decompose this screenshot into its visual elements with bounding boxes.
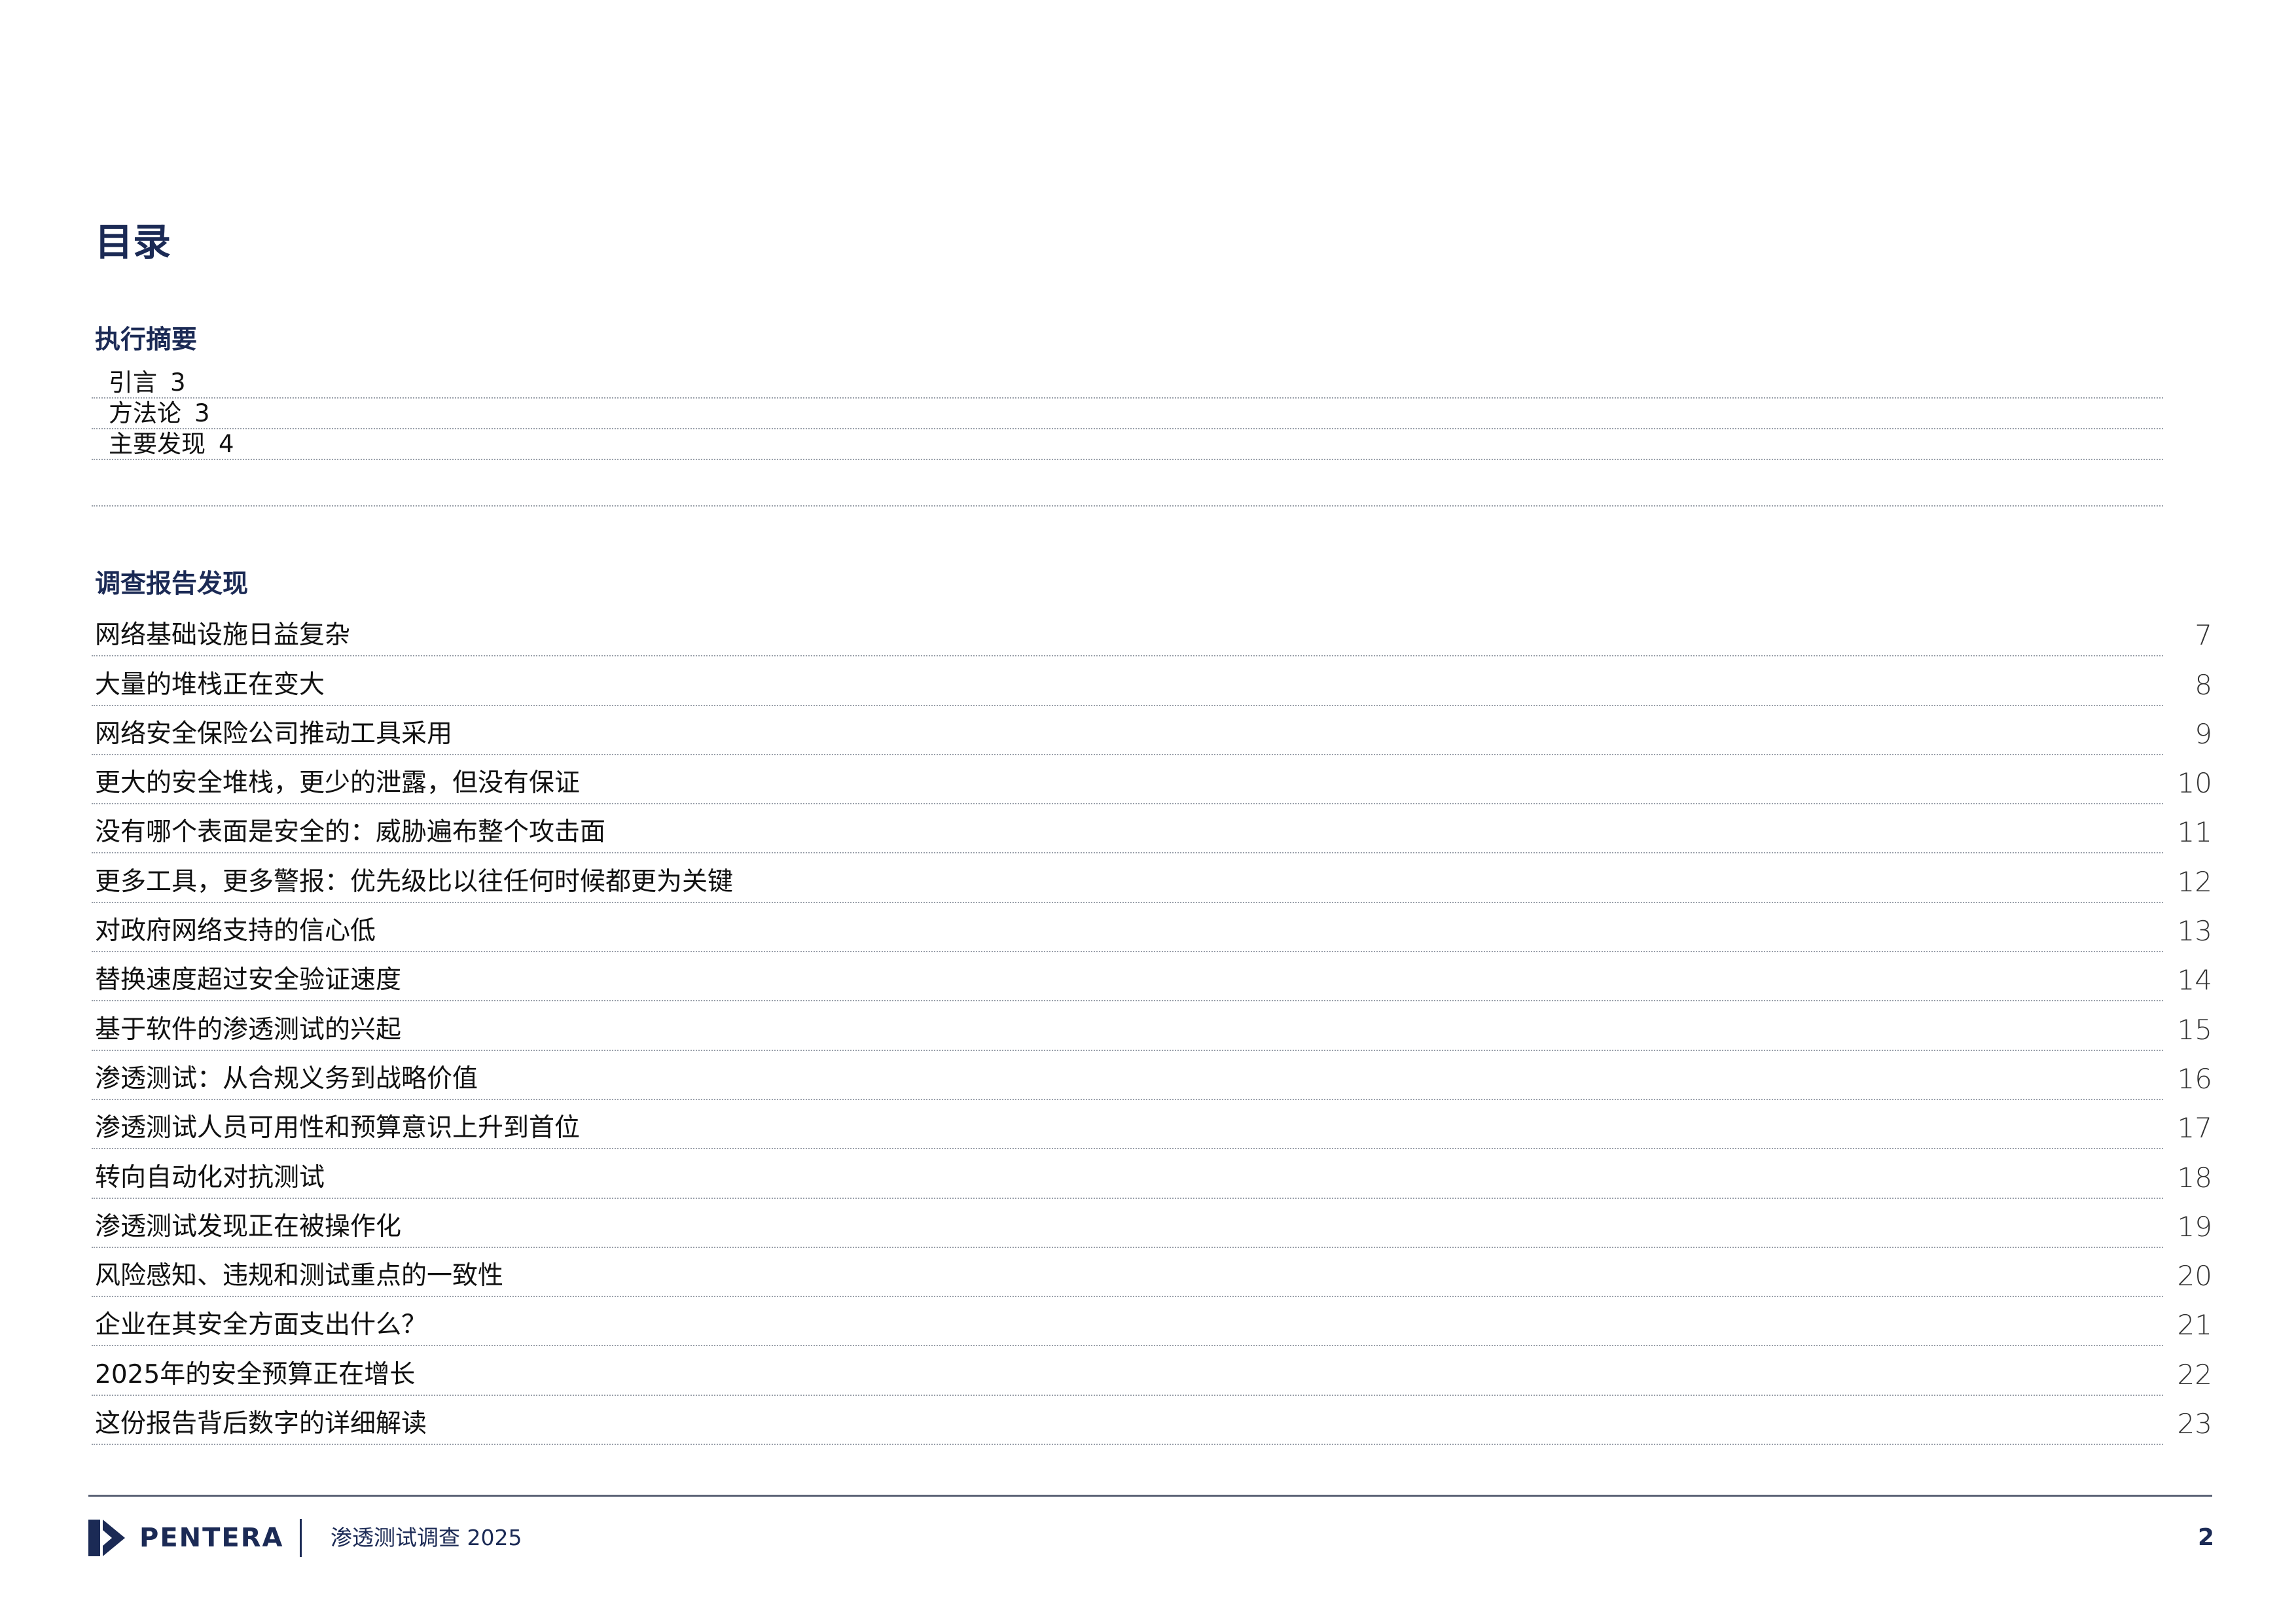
toc-entry[interactable]: 2025年的安全预算正在增长 22: [92, 1346, 2212, 1396]
toc-entry-label: 渗透测试人员可用性和预算意识上升到首位: [95, 1113, 581, 1143]
toc-subitem-label: 主要发现: [109, 430, 206, 458]
toc-entry[interactable]: 更大的安全堆栈，更少的泄露，但没有保证 10: [92, 755, 2212, 805]
toc-entry-label: 2025年的安全预算正在增长: [95, 1359, 416, 1389]
toc-entry-page: 15: [2177, 1013, 2212, 1046]
pentera-logo: PENTERA: [88, 1520, 283, 1556]
toc-entry-page: 21: [2177, 1309, 2212, 1342]
toc-entry-label: 渗透测试：从合规义务到战略价值: [95, 1063, 478, 1094]
toc-entry-page: 11: [2177, 816, 2212, 849]
findings-list: 网络基础设施日益复杂 7 大量的堆栈正在变大 8 网络安全保险公司推动工具采用 9 更大的安…: [92, 607, 2212, 1446]
toc-entry[interactable]: 渗透测试人员可用性和预算意识上升到首位 17: [92, 1100, 2212, 1150]
toc-entry-label: 基于软件的渗透测试的兴起: [95, 1014, 402, 1044]
logo-text: PENTERA: [139, 1523, 284, 1553]
toc-entry-page: 8: [2195, 668, 2212, 701]
toc-entry[interactable]: 渗透测试：从合规义务到战略价值 16: [92, 1051, 2212, 1100]
toc-entry[interactable]: 风险感知、违规和测试重点的一致性 20: [92, 1248, 2212, 1298]
toc-subitem[interactable]: 引言 3: [92, 368, 2163, 399]
dotted-leader: [92, 1444, 2163, 1446]
toc-entry-page: 22: [2177, 1358, 2212, 1391]
toc-subitem-page: 4: [219, 430, 234, 458]
section-heading-findings: 调查报告发现: [95, 569, 249, 599]
toc-entry[interactable]: 大量的堆栈正在变大 8: [92, 656, 2212, 706]
toc-entry-page: 18: [2177, 1161, 2212, 1194]
toc-entry-page: 23: [2177, 1408, 2212, 1440]
toc-entry-page: 20: [2177, 1260, 2212, 1293]
footer-page-number: 2: [2197, 1524, 2214, 1551]
toc-entry-label: 风险感知、违规和测试重点的一致性: [95, 1261, 504, 1291]
toc-entry[interactable]: 渗透测试发现正在被操作化 19: [92, 1199, 2212, 1248]
toc-subitem[interactable]: 主要发现 4: [92, 429, 2163, 460]
toc-entry[interactable]: 更多工具，更多警报：优先级比以往任何时候都更为关键 12: [92, 853, 2212, 903]
toc-entry-page: 9: [2195, 717, 2212, 750]
toc-subitem-label: 引言: [109, 368, 157, 397]
footer-document-title: 渗透测试调查 2025: [331, 1525, 522, 1550]
toc-entry-label: 网络安全保险公司推动工具采用: [95, 719, 453, 749]
section-heading-executive-summary: 执行摘要: [95, 325, 198, 355]
toc-entry[interactable]: 企业在其安全方面支出什么？ 21: [92, 1297, 2212, 1347]
toc-entry-label: 更多工具，更多警报：优先级比以往任何时候都更为关键: [95, 866, 734, 897]
toc-entry-label: 网络基础设施日益复杂: [95, 620, 351, 651]
toc-entry[interactable]: 没有哪个表面是安全的：威胁遍布整个攻击面 11: [92, 804, 2212, 854]
toc-entry[interactable]: 转向自动化对抗测试 18: [92, 1149, 2212, 1199]
section-divider: [92, 505, 2163, 507]
toc-entry-label: 替换速度超过安全验证速度: [95, 965, 402, 995]
toc-entry-page: 13: [2177, 915, 2212, 948]
toc-entry-page: 10: [2177, 767, 2212, 800]
toc-entry-label: 这份报告背后数字的详细解读: [95, 1409, 427, 1439]
page-title: 目录: [95, 220, 171, 264]
toc-entry-page: 16: [2177, 1062, 2212, 1095]
pentera-logo-mark-icon: [88, 1520, 125, 1556]
toc-entry[interactable]: 对政府网络支持的信心低 13: [92, 903, 2212, 953]
footer-divider: [300, 1519, 302, 1557]
toc-subitem[interactable]: 方法论 3: [92, 399, 2163, 429]
toc-subitem-page: 3: [194, 399, 210, 427]
toc-entry-label: 更大的安全堆栈，更少的泄露，但没有保证: [95, 768, 581, 798]
footer-rule: [88, 1495, 2212, 1497]
toc-entry[interactable]: 替换速度超过安全验证速度 14: [92, 952, 2212, 1002]
toc-entry-page: 17: [2177, 1112, 2212, 1145]
toc-entry-label: 对政府网络支持的信心低: [95, 916, 376, 946]
toc-entry-label: 渗透测试发现正在被操作化: [95, 1211, 402, 1241]
executive-summary-list: 引言 3 方法论 3 主要发现 4: [92, 368, 2163, 460]
toc-subitem-page: 3: [170, 368, 186, 397]
toc-entry-page: 7: [2195, 619, 2212, 652]
toc-entry[interactable]: 网络基础设施日益复杂 7: [92, 607, 2212, 657]
toc-entry-page: 12: [2177, 865, 2212, 898]
toc-entry-label: 没有哪个表面是安全的：威胁遍布整个攻击面: [95, 817, 606, 847]
toc-entry-label: 转向自动化对抗测试: [95, 1162, 325, 1192]
toc-subitem-label: 方法论: [109, 399, 181, 427]
toc-entry-page: 14: [2177, 964, 2212, 997]
toc-entry[interactable]: 基于软件的渗透测试的兴起 15: [92, 1001, 2212, 1051]
toc-entry[interactable]: 网络安全保险公司推动工具采用 9: [92, 706, 2212, 755]
toc-entry-label: 企业在其安全方面支出什么？: [95, 1310, 427, 1340]
toc-entry[interactable]: 这份报告背后数字的详细解读 23: [92, 1396, 2212, 1446]
toc-entry-page: 19: [2177, 1210, 2212, 1243]
toc-entry-label: 大量的堆栈正在变大: [95, 669, 325, 700]
